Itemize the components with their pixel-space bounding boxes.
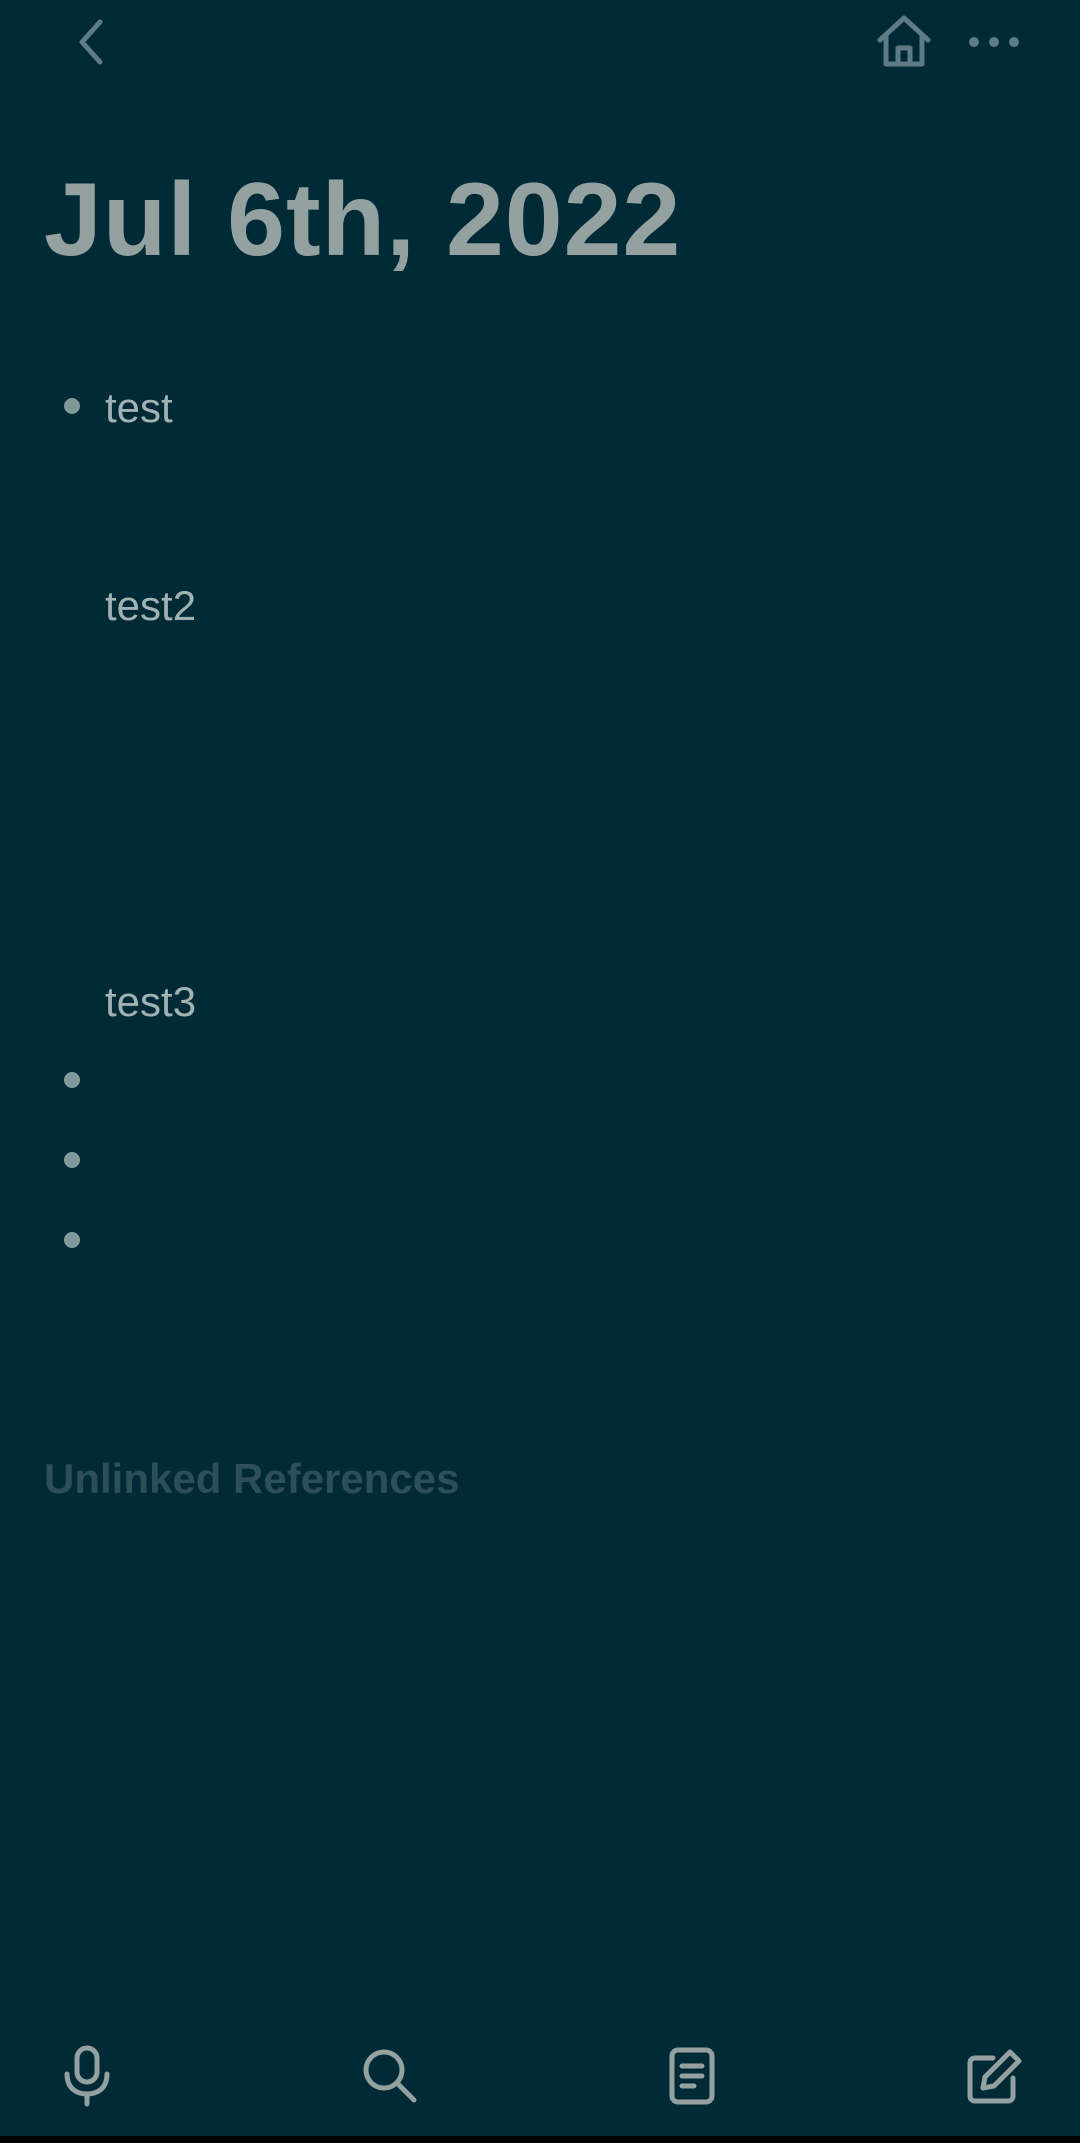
compose-button[interactable] xyxy=(959,2040,1031,2112)
block-text[interactable]: test2 xyxy=(105,585,196,627)
block-1[interactable]: test xyxy=(0,366,1080,446)
top-bar xyxy=(0,0,1080,90)
block-1-line-2[interactable]: test2 xyxy=(0,564,1080,644)
chevron-left-icon xyxy=(79,19,103,65)
search-icon xyxy=(363,2049,417,2103)
block-bullet[interactable] xyxy=(64,1072,80,1088)
microphone-icon xyxy=(64,2045,110,2107)
compose-icon xyxy=(967,2049,1022,2104)
block-bullet[interactable] xyxy=(64,398,80,414)
more-options-button[interactable] xyxy=(962,14,1026,70)
block-text[interactable]: test xyxy=(105,387,173,429)
search-button[interactable] xyxy=(354,2040,426,2112)
back-button[interactable] xyxy=(62,14,118,70)
unlinked-references-toggle[interactable]: Unlinked References xyxy=(44,1458,460,1500)
block-3[interactable] xyxy=(0,1120,1080,1200)
home-button[interactable] xyxy=(872,10,936,74)
block-1-line-3[interactable]: test3 xyxy=(0,960,1080,1040)
voice-input-button[interactable] xyxy=(51,2040,123,2112)
block-4[interactable] xyxy=(0,1200,1080,1280)
all-pages-button[interactable] xyxy=(656,2040,728,2112)
block-bullet[interactable] xyxy=(64,1232,80,1248)
block-bullet[interactable] xyxy=(64,1152,80,1168)
more-horizontal-icon xyxy=(969,37,1019,47)
home-icon xyxy=(877,15,931,67)
page-icon xyxy=(669,2047,715,2105)
block-text[interactable]: test3 xyxy=(105,981,196,1023)
block-2[interactable] xyxy=(0,1040,1080,1120)
system-nav-edge xyxy=(0,2136,1080,2143)
page-title[interactable]: Jul 6th, 2022 xyxy=(44,168,681,272)
bottom-toolbar xyxy=(0,2036,1080,2116)
